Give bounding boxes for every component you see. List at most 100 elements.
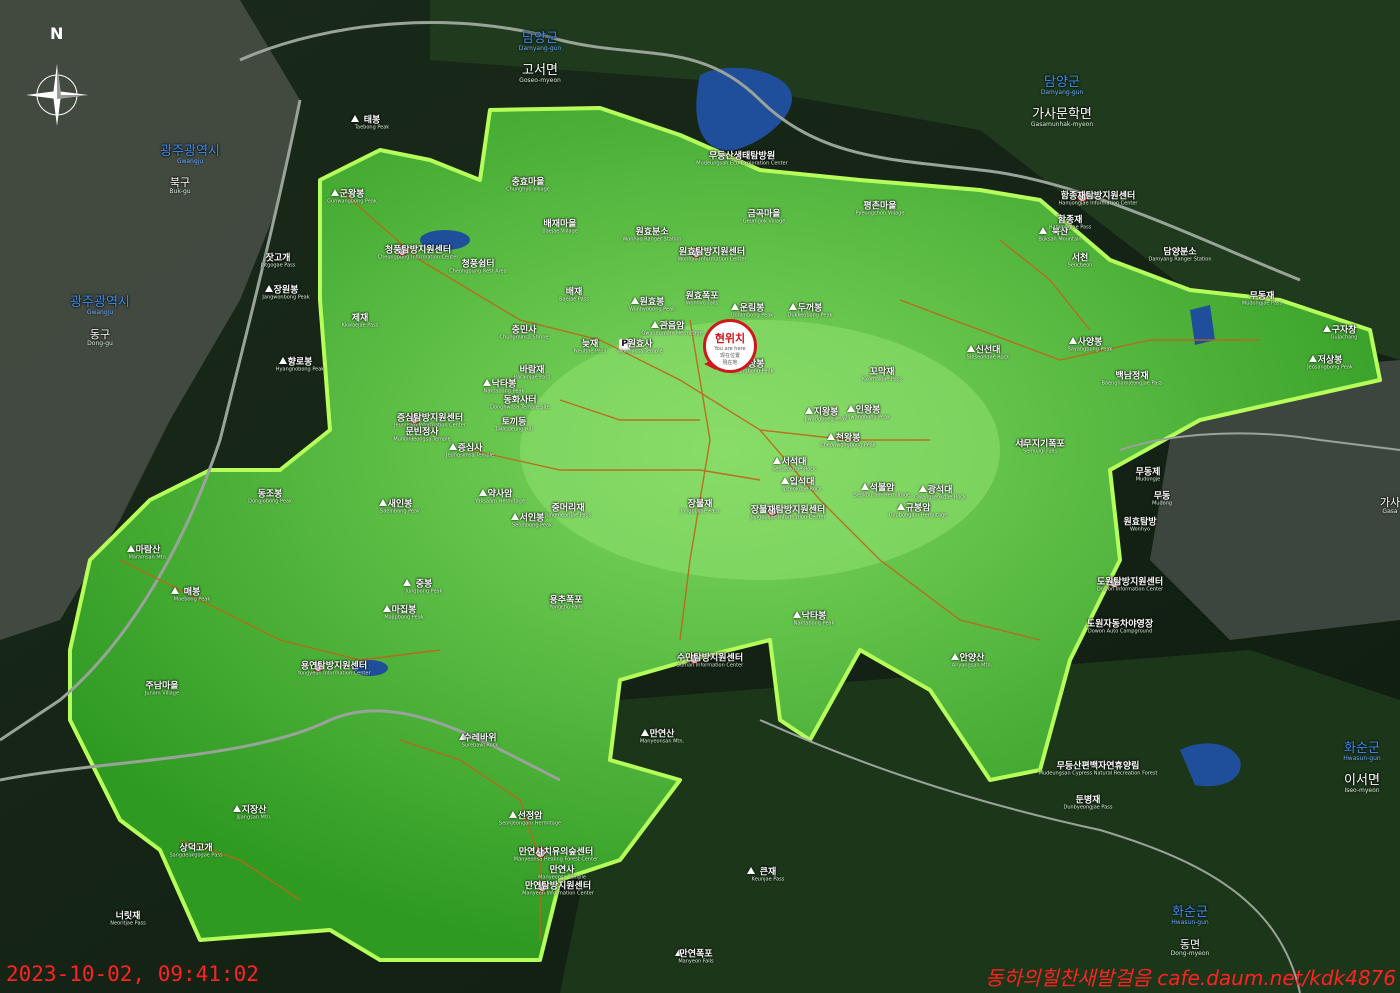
- place-label-en: Hamjongjae Information Center: [1058, 201, 1138, 208]
- region-label-ko: 화순군: [1344, 741, 1380, 757]
- region-label-en: Iseo-myeon: [1344, 786, 1380, 794]
- place-label-en: Jiwangbong Peak: [804, 417, 848, 424]
- place-label-en: Manyeon Falls: [678, 959, 714, 966]
- place-label-en: Maramsan Mtn.: [128, 555, 168, 562]
- region-label: 동구 Dong-gu: [87, 329, 113, 347]
- place-label-en: Manyeonsan Mtn.: [639, 739, 685, 746]
- place-label: 규봉암 Gyubongam Hermitage: [889, 504, 947, 520]
- place-label: 동화사터 Donghwasa Temple Site: [490, 396, 550, 412]
- region-label: 북구 Buk-gu: [169, 177, 190, 195]
- place-label: 안양산 Anyangsan Mtn.: [951, 654, 993, 670]
- place-label: 원효탐방 Wonhyo: [1123, 518, 1156, 534]
- place-label: 만연사 Manyeonsa Temple: [538, 866, 586, 882]
- region-label-ko: 가사: [1379, 496, 1400, 510]
- region-label-en: Gwangju: [176, 157, 204, 165]
- region-label: 광주광역시 Gwangju: [70, 296, 130, 316]
- region-label-en: Gasamunhak-myeon: [1030, 120, 1094, 128]
- place-label-en: Majipbong Peak: [384, 615, 424, 622]
- place-label: 매봉 Maebong Peak: [174, 588, 211, 604]
- place-label: 원효폭포 Wonhyo Falls: [685, 292, 719, 308]
- place-label: 낙타봉 Naktabong Peak: [793, 612, 835, 628]
- region-label-ko: 동면: [1179, 938, 1201, 952]
- place-label-en: Neutjae Pass: [573, 349, 607, 356]
- place-label: 운림봉 Unnimbong Peak: [731, 304, 773, 320]
- place-label: 도원자동차야영장 Dowon Auto Campground: [1087, 620, 1153, 636]
- place-label: 무동 Mudong: [1152, 492, 1172, 508]
- place-label: 지장산 Jijangsan Mtn.: [236, 806, 271, 822]
- place-label: 잣고개 Jatgogae Pass: [261, 254, 296, 270]
- place-label-en: Sinseondae Rock: [966, 355, 1010, 362]
- place-label: 장불재 Jangbuljae Pass: [680, 500, 720, 516]
- place-label-en: Wonhyo Falls: [685, 301, 719, 308]
- place-label-en: Jangbuljae Pass: [680, 509, 720, 516]
- region-label: 화순군 Hwasun-gun: [1343, 742, 1380, 762]
- place-label-en: Mudongje: [1135, 477, 1161, 484]
- place-label-en: Naktabong Peak: [793, 621, 835, 628]
- place-label: 바람재 Baramjae Pass: [514, 366, 551, 382]
- place-label: 용추폭포 Yongchu Falls: [549, 596, 582, 612]
- place-label: 만연사치유의숲센터 Manyeonsa Healing Forest Center: [513, 848, 599, 864]
- place-label: 무등산편백자연휴양림 Mudeungsan Cypress Natural Rec…: [1039, 762, 1158, 778]
- place-label: 청풍쉼터 Cheongpung Rest Area: [449, 260, 506, 276]
- place-label-en: Tokkideung Hill: [495, 427, 533, 434]
- place-label-en: Anyangsan Mtn.: [951, 663, 993, 670]
- place-label: 원효분소 Wonhyo Ranger Station: [623, 228, 682, 244]
- place-label: 마람산 Maramsan Mtn.: [128, 546, 168, 562]
- you-are-here-ko: 현위치: [714, 332, 746, 345]
- place-label-en: Taebong Peak: [354, 125, 390, 132]
- place-label-en: Wonhyobong Peak: [628, 307, 676, 314]
- place-label: 지왕봉 Jiwangbong Peak: [804, 408, 848, 424]
- place-label: 관음암 Gwaneumam Hermitage: [641, 322, 702, 338]
- photo-watermark: 동하의힐찬새발걸음 cafe.daum.net/kdk4876: [985, 966, 1396, 990]
- place-label: 평촌마을 Pyeongchon Village: [856, 202, 905, 218]
- place-label: 만연산 Manyeonsan Mtn.: [639, 730, 685, 746]
- region-label-en: Gwangju: [86, 308, 114, 316]
- place-label-en: Gujachang: [1330, 335, 1358, 342]
- place-label-en: Seonjeongam Hermitage: [498, 821, 562, 828]
- place-label: 중봉 Jungbong Peak: [405, 580, 442, 596]
- region-label: 담양군 Damyang-gun: [519, 32, 562, 52]
- place-label-en: Yaksaam Hermitage: [475, 499, 525, 506]
- place-label: 마집봉 Majipbong Peak: [384, 606, 424, 622]
- place-label-en: Sangdeokgogae Pass: [169, 853, 223, 860]
- place-label: 선정암 Seonjeongam Hermitage: [498, 812, 562, 828]
- place-label-en: Damyang Ranger Station: [1148, 257, 1212, 264]
- place-label: 용연탐방지원센터 Yongyeon Information Center: [297, 662, 370, 678]
- place-label-en: Manyeon Information Center: [522, 891, 594, 898]
- place-label-en: Kkomakjae Pass: [861, 377, 903, 384]
- place-label-en: Hyangnobong Peak: [275, 367, 325, 374]
- place-label-en: Chungminsa Shrine: [499, 335, 549, 342]
- place-label: 둔병재 Dunbyeongjae Pass: [1063, 796, 1113, 812]
- region-label-en: Gasa: [1382, 507, 1398, 515]
- place-label: 담양분소 Damyang Ranger Station: [1148, 248, 1212, 264]
- place-label: 광석대 Gwangseokdae Rock: [914, 486, 966, 502]
- place-label: 주남마을 Junam Village: [145, 682, 179, 698]
- place-label-en: Jangbuljae Information Center: [750, 515, 826, 522]
- region-label-en: Damyang-gun: [518, 44, 562, 52]
- place-label: 중머리재 Jungmeorijae Pass: [545, 504, 591, 520]
- region-label-en: Dong-myeon: [1170, 949, 1210, 957]
- place-label: 저상봉 Jeosangbong Peak: [1307, 356, 1353, 372]
- place-label: 꼬막재 Kkomakjae Pass: [861, 368, 903, 384]
- region-label: 담양군 Damyang-gun: [1041, 76, 1084, 96]
- place-label-en: Manyeonsa Healing Forest Center: [513, 857, 599, 864]
- place-label-en: Dowon Information Center: [1096, 587, 1164, 594]
- region-label-ko: 이서면: [1344, 773, 1380, 789]
- place-label-en: Sayangbong Peak: [1067, 347, 1113, 354]
- place-label: 서천 Seocheon: [1068, 254, 1093, 270]
- region-label-en: Hwasun-gun: [1343, 754, 1381, 762]
- place-label-en: Suman Information Center: [676, 663, 744, 670]
- place-label-en: Dunbyeongjae Pass: [1063, 805, 1113, 812]
- you-are-here-jp: 現在地: [722, 360, 738, 366]
- you-are-here-cn: 现在位置: [719, 353, 740, 359]
- north-label: N: [50, 24, 64, 43]
- region-label-ko: 북구: [169, 176, 191, 190]
- place-label: 두꺼봉 Dukkeobong Peak: [788, 304, 833, 320]
- place-label: 군왕봉 Gunwangbong Peak: [327, 190, 377, 206]
- compass-rose-icon: [24, 62, 90, 128]
- place-label: 새인봉 Saeinbong Peak: [380, 500, 420, 516]
- region-label-ko: 가사문학면: [1032, 107, 1092, 123]
- place-label-en: Dowon Auto Campground: [1087, 629, 1153, 636]
- place-label-en: Jeosangbong Peak: [1307, 365, 1353, 372]
- place-label: 수레바위 Surebawi Rock: [462, 734, 499, 750]
